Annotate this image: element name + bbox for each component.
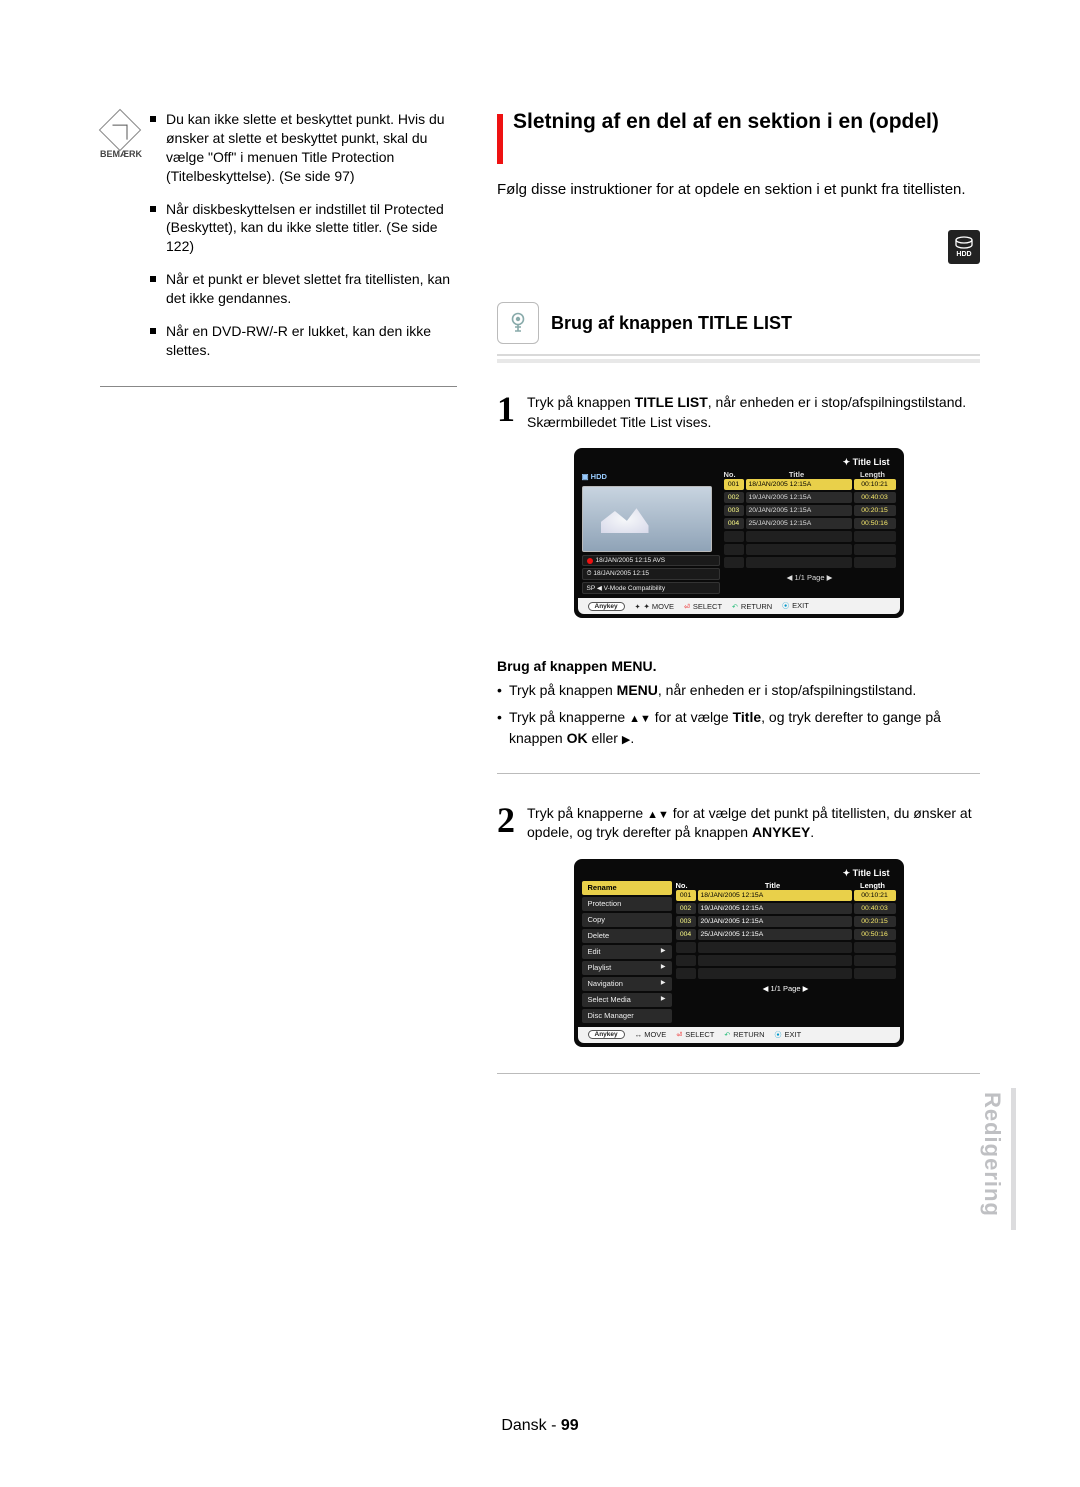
note-item: Når diskbeskyttelsen er indstillet til P… [150,200,457,257]
menu-item: Delete [582,929,672,943]
menu-item: Edit [582,945,672,959]
note-item: Når et punkt er blevet slettet fra titel… [150,270,457,308]
menu-item: Rename [582,881,672,895]
step-2-body: Tryk på knapperne for at vælge det punkt… [527,804,980,843]
hdd-label: HDD [956,251,971,258]
info-line: SP ◀ V-Mode Compatibility [582,582,720,594]
screenshot-anykey-menu: Title List Rename Protection Copy Delete… [574,859,904,1047]
note-list: Du kan ikke slette et beskyttet punkt. H… [150,110,457,374]
divider [100,386,457,387]
note-item: Du kan ikke slette et beskyttet punkt. H… [150,110,457,186]
remote-icon [497,302,539,344]
note-item: Når en DVD-RW/-R er lukket, kan den ikke… [150,322,457,360]
divider [497,773,980,774]
screenshot-title-list: Title List ▣ HDD 18/JAN/2005 12:15 AVS ⏱… [574,448,904,618]
osd-title: Title List [843,457,890,467]
note-icon [99,109,141,151]
side-tab-strip [1011,1088,1016,1230]
info-line: 18/JAN/2005 12:15 AVS [582,555,720,566]
section-intro: Følg disse instruktioner for at opdele e… [497,180,980,200]
step-number-1: 1 [497,393,515,432]
pager: ◀ 1/1 Page ▶ [724,570,896,585]
thumbnail [582,486,712,552]
section-marker [497,114,503,164]
step-number-2: 2 [497,804,515,843]
hdd-icon: HDD [948,230,980,264]
menu-steps: Tryk på knappen MENU, når enheden er i s… [497,680,980,748]
divider [497,359,980,363]
info-line: ⏱ 18/JAN/2005 12:15 [582,568,720,580]
menu-item: Disc Manager [582,1009,672,1023]
divider [497,354,980,356]
osd-title: Title List [843,868,890,878]
side-tab: Redigering [979,1092,1005,1217]
page-footer: Dansk - 99 [0,1417,1080,1435]
menu-item: Navigation [582,977,672,991]
divider [497,1073,980,1074]
subsection-heading: Brug af knappen TITLE LIST [551,313,792,334]
section-heading: Sletning af en del af en sektion i en (o… [513,110,939,134]
menu-item: Playlist [582,961,672,975]
title-rows: 00118/JAN/2005 12:15A00:10:21 00219/JAN/… [724,479,896,568]
menu-item: Protection [582,897,672,911]
step-1-body: Tryk på knappen TITLE LIST, når enheden … [527,393,966,432]
menu-item: Select Media [582,993,672,1007]
anykey-pill: Anykey [588,602,625,611]
menu-subhead: Brug af knappen MENU. [497,658,980,674]
menu-item: Copy [582,913,672,927]
note-icon-column: BEMÆRK [100,110,140,374]
context-menu: Rename Protection Copy Delete Edit Playl… [582,881,672,1025]
